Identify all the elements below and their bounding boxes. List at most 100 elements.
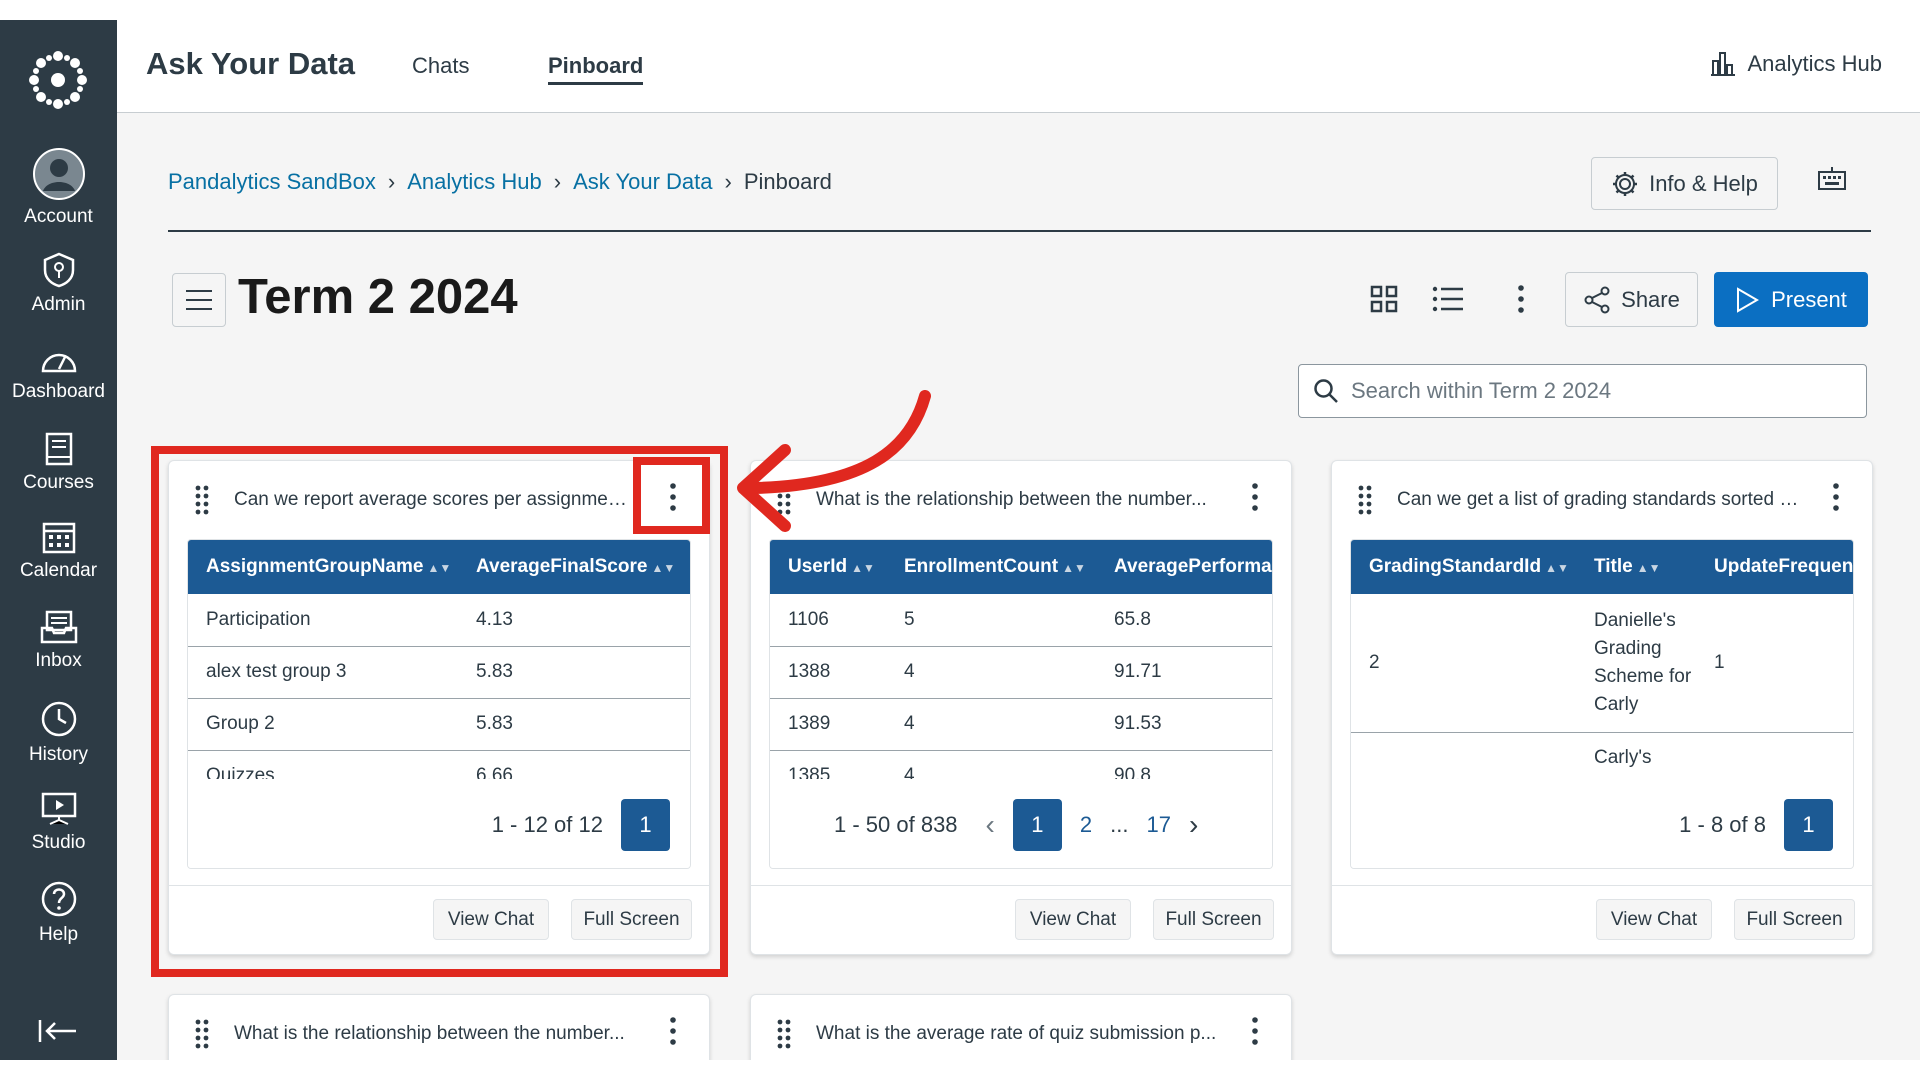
tab-chats[interactable]: Chats bbox=[412, 53, 469, 79]
column-header[interactable]: EnrollmentCount ▲▼ bbox=[886, 540, 1096, 594]
column-header[interactable]: Title ▲▼ bbox=[1576, 540, 1696, 594]
breadcrumb-current: Pinboard bbox=[743, 169, 832, 194]
card-title: Can we report average scores per assignm… bbox=[234, 489, 629, 510]
column-header[interactable]: UpdateFrequen bbox=[1696, 540, 1853, 594]
table-row: 1385 4 90.8 bbox=[770, 750, 1272, 779]
table-row: Participation 4.13 bbox=[188, 594, 690, 647]
table-row: Quizzes 6.66 bbox=[188, 750, 690, 779]
nav-history[interactable]: History bbox=[0, 700, 117, 766]
table-body-scroll[interactable]: 1106 5 65.8 1388 4 91.71 1389 4 91.53 1385 4 90.… bbox=[770, 594, 1272, 779]
share-icon bbox=[1584, 286, 1610, 313]
column-header[interactable]: AssignmentGroupName ▲▼ bbox=[188, 540, 458, 594]
column-header[interactable]: AverageFinalScore ▲▼ bbox=[458, 540, 690, 594]
view-chat-button[interactable]: View Chat bbox=[433, 899, 549, 940]
results-table: UserId ▲▼ EnrollmentCount ▲▼ AveragePerfor… bbox=[769, 539, 1273, 869]
drag-handle-icon[interactable] bbox=[1358, 485, 1372, 520]
info-help-button[interactable]: Info & Help bbox=[1591, 157, 1778, 210]
bar-chart-icon bbox=[1711, 52, 1736, 76]
page-range: 1 - 8 of 8 bbox=[1679, 812, 1766, 837]
card-header: What is the average rate of quiz submiss… bbox=[751, 995, 1291, 1060]
grid-view-icon[interactable] bbox=[1370, 285, 1398, 318]
card-footer: View Chat Full Screen bbox=[169, 885, 709, 954]
nav-dashboard[interactable]: Dashboard bbox=[0, 345, 117, 403]
card-header: Can we get a list of grading standards s… bbox=[1332, 461, 1872, 536]
table-row: 2 Danielle's Grading Scheme for Carly 1 bbox=[1351, 594, 1853, 733]
results-table: AssignmentGroupName ▲▼ AverageFinalScore ▲… bbox=[187, 539, 691, 869]
table-row: 1106 5 65.8 bbox=[770, 594, 1272, 647]
full-screen-button[interactable]: Full Screen bbox=[571, 899, 692, 940]
nav-inbox[interactable]: Inbox bbox=[0, 610, 117, 672]
analytics-hub-link[interactable]: Analytics Hub bbox=[1709, 51, 1882, 77]
chevron-right-icon[interactable]: › bbox=[1189, 809, 1198, 841]
column-header[interactable]: UserId ▲▼ bbox=[770, 540, 886, 594]
sort-icon: ▲▼ bbox=[1545, 561, 1569, 575]
card-footer: View Chat Full Screen bbox=[751, 885, 1291, 954]
drag-handle-icon[interactable] bbox=[777, 485, 791, 520]
header-divider bbox=[168, 230, 1871, 232]
sort-icon: ▲▼ bbox=[427, 561, 452, 575]
card-footer: View Chat Full Screen bbox=[1332, 885, 1872, 954]
nav-admin[interactable]: Admin bbox=[0, 252, 117, 316]
card-options-icon[interactable] bbox=[669, 1017, 677, 1050]
card-options-icon[interactable] bbox=[1832, 483, 1840, 516]
page-range: 1 - 12 of 12 bbox=[491, 812, 603, 837]
breadcrumb-link[interactable]: Ask Your Data bbox=[573, 169, 712, 195]
drag-handle-icon[interactable] bbox=[195, 485, 209, 520]
page-ellipsis: ... bbox=[1110, 812, 1129, 837]
table-row: Group 2 5.83 bbox=[188, 698, 690, 751]
chevron-left-icon[interactable]: ‹ bbox=[986, 809, 995, 841]
share-button[interactable]: Share bbox=[1565, 272, 1698, 327]
pinboard-search[interactable] bbox=[1298, 364, 1867, 418]
card-header: What is the relationship between the num… bbox=[169, 995, 709, 1060]
nav-courses[interactable]: Courses bbox=[0, 432, 117, 494]
sort-icon: ▲▼ bbox=[851, 561, 875, 575]
app-title: Ask Your Data bbox=[146, 46, 356, 81]
collapse-nav-icon[interactable] bbox=[38, 1018, 78, 1049]
drag-handle-icon[interactable] bbox=[777, 1019, 791, 1054]
sort-icon: ▲▼ bbox=[1636, 561, 1661, 575]
drag-handle-icon[interactable] bbox=[195, 1019, 209, 1054]
page-button-current[interactable]: 1 bbox=[621, 799, 670, 851]
sort-icon: ▲▼ bbox=[651, 561, 676, 575]
admin-shield-icon bbox=[43, 252, 74, 288]
card-options-icon[interactable] bbox=[1251, 1017, 1259, 1050]
nav-account[interactable]: Account bbox=[0, 148, 117, 228]
canvas-logo-icon[interactable] bbox=[28, 50, 88, 110]
history-clock-icon bbox=[41, 701, 76, 737]
full-screen-button[interactable]: Full Screen bbox=[1734, 899, 1855, 940]
page-button[interactable]: 2 bbox=[1080, 812, 1092, 838]
page-button-current[interactable]: 1 bbox=[1784, 799, 1833, 851]
column-header[interactable]: GradingStandardId ▲▼ bbox=[1351, 540, 1576, 594]
table-body-scroll[interactable]: Participation 4.13 alex test group 3 5.83 … bbox=[188, 594, 690, 779]
table-row: alex test group 3 5.83 bbox=[188, 646, 690, 699]
page-range: 1 - 50 of 838 bbox=[834, 812, 958, 837]
info-help-label: Info & Help bbox=[1649, 170, 1758, 196]
pinboard-menu-button[interactable] bbox=[172, 273, 226, 327]
table-row: 1388 4 91.71 bbox=[770, 646, 1272, 699]
view-chat-button[interactable]: View Chat bbox=[1015, 899, 1131, 940]
pin-card: Can we get a list of grading standards s… bbox=[1331, 460, 1873, 955]
nav-studio[interactable]: Studio bbox=[0, 792, 117, 854]
top-header: Ask Your Data Chats Pinboard Analytics H… bbox=[117, 20, 1920, 113]
breadcrumb-link[interactable]: Analytics Hub bbox=[407, 169, 542, 195]
nav-help[interactable]: Help bbox=[0, 880, 117, 946]
card-options-icon[interactable] bbox=[669, 483, 677, 516]
present-label: Present bbox=[1771, 286, 1847, 312]
column-header[interactable]: AveragePerforma bbox=[1096, 540, 1272, 594]
keyboard-shortcuts-icon[interactable] bbox=[1817, 163, 1847, 198]
pagination: 1 - 50 of 838 ‹ 1 2 ... 17 › bbox=[770, 780, 1272, 868]
card-options-icon[interactable] bbox=[1251, 483, 1259, 516]
tab-pinboard[interactable]: Pinboard bbox=[548, 53, 644, 85]
more-options-icon[interactable] bbox=[1517, 285, 1525, 318]
page-button-current[interactable]: 1 bbox=[1012, 799, 1062, 851]
full-screen-button[interactable]: Full Screen bbox=[1153, 899, 1274, 940]
breadcrumb-link[interactable]: Pandalytics SandBox bbox=[168, 169, 376, 195]
present-button[interactable]: Present bbox=[1714, 272, 1868, 327]
search-input[interactable] bbox=[1351, 378, 1831, 404]
view-chat-button[interactable]: View Chat bbox=[1596, 899, 1712, 940]
pin-card: What is the average rate of quiz submiss… bbox=[750, 994, 1292, 1060]
table-body-scroll[interactable]: 2 Danielle's Grading Scheme for Carly 1 Ca… bbox=[1351, 594, 1853, 779]
nav-calendar[interactable]: Calendar bbox=[0, 520, 117, 582]
page-button[interactable]: 17 bbox=[1146, 812, 1170, 838]
list-view-icon[interactable] bbox=[1432, 285, 1464, 318]
